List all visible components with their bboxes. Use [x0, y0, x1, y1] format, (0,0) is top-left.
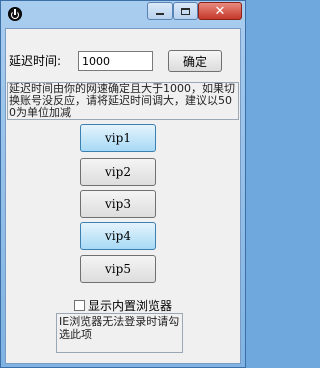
browser-checkbox[interactable]: [74, 300, 85, 311]
vip1-button[interactable]: vip1: [80, 124, 156, 152]
app-window: ✕ 延迟时间: 确定 延迟时间由你的网速确定且大于1000，如果切换账号没反应，…: [0, 0, 246, 368]
close-button[interactable]: ✕: [198, 2, 242, 20]
vip4-button[interactable]: vip4: [80, 222, 156, 250]
maximize-icon: [181, 7, 190, 15]
power-icon[interactable]: [8, 7, 22, 21]
browser-checkbox-row[interactable]: 显示内置浏览器: [74, 297, 172, 314]
minimize-button[interactable]: [147, 2, 173, 20]
confirm-button[interactable]: 确定: [168, 50, 222, 72]
browser-checkbox-label: 显示内置浏览器: [88, 299, 173, 313]
browser-tip: IE浏览器无法登录时请勾选此项: [56, 313, 183, 353]
vip5-button[interactable]: vip5: [80, 255, 156, 283]
vip2-button[interactable]: vip2: [80, 158, 156, 186]
close-icon: ✕: [214, 3, 226, 19]
delay-notice: 延迟时间由你的网速确定且大于1000，如果切换账号没反应，请将延迟时间调大，建议…: [7, 82, 239, 120]
delay-label: 延迟时间:: [9, 54, 62, 68]
minimize-icon: [156, 13, 164, 15]
delay-input[interactable]: [78, 51, 153, 71]
client-area: 延迟时间: 确定 延迟时间由你的网速确定且大于1000，如果切换账号没反应，请将…: [5, 28, 241, 364]
vip3-button[interactable]: vip3: [80, 190, 156, 218]
maximize-button[interactable]: [173, 2, 198, 20]
